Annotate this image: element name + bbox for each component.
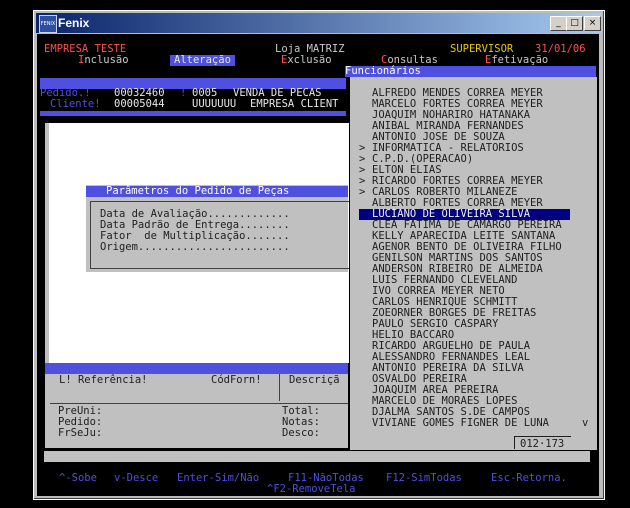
menu-efetivacao[interactable]: Efetivação <box>485 55 548 66</box>
grid-col-descricao: Descriçã <box>289 374 340 386</box>
grid-divider <box>279 374 280 401</box>
menu-label: xclusão <box>287 54 332 66</box>
grid-col-codforn: CódForn! <box>211 374 262 386</box>
row-arrow-icon: > <box>359 186 366 198</box>
hotkey-desce[interactable]: v-Desce <box>114 473 158 484</box>
hotkey-enter[interactable]: Enter-Sim/Não <box>177 473 259 484</box>
hotkey-f12[interactable]: F12-SimTodas <box>386 473 462 484</box>
menu-alteracao[interactable]: Alteração <box>170 55 235 66</box>
parameters-dialog: Parâmetros do Pedido de Peças Data de Av… <box>86 185 349 272</box>
grid-header-bar <box>45 363 348 374</box>
client-code: UUUUUUU <box>192 98 237 110</box>
employees-list-title: Funcionários <box>345 66 596 77</box>
menu-label: nclusão <box>84 54 129 66</box>
hotkey-esc[interactable]: Esc-Retorna. <box>491 473 567 484</box>
status-bar <box>44 451 590 462</box>
hotkey-sobe[interactable]: ^-Sobe <box>59 473 97 484</box>
client-name: EMPRESA CLIENT <box>250 98 339 110</box>
hotkey-remove-tela[interactable]: ^F2-RemoveTela <box>267 484 356 495</box>
maximize-button[interactable]: □ <box>566 16 583 31</box>
close-button[interactable]: × <box>584 16 601 31</box>
menu-label: lteração <box>180 54 231 66</box>
grid-col-referencia: L! Referência! <box>59 374 148 386</box>
window-title: Fenix <box>58 16 90 30</box>
scroll-down-indicator[interactable]: v <box>582 418 588 429</box>
title-bar[interactable]: FENIX Fenix _ □ × <box>36 13 602 33</box>
client-number: 00005044 <box>114 98 165 110</box>
totals-divider <box>50 403 348 404</box>
menu-exclusao[interactable]: Exclusão <box>281 55 332 66</box>
label-desco: Desco: <box>282 427 320 439</box>
employee-item[interactable]: VIVIANE GOMES FIGNER DE LUNA <box>372 418 549 429</box>
menu-label: fetivação <box>491 54 549 66</box>
field-origem[interactable]: Origem........................ <box>100 242 290 253</box>
app-icon: FENIX <box>39 15 57 33</box>
order-footer-bar <box>40 111 346 116</box>
client-label: Cliente! <box>50 98 101 110</box>
label-frseju: FrSeJu: <box>58 427 103 439</box>
dialog-title: Parâmetros do Pedido de Peças <box>86 186 348 197</box>
list-counter: 012·173 <box>520 438 565 450</box>
menu-inclusao[interactable]: Inclusão <box>78 55 129 66</box>
order-separator: ! <box>180 87 187 99</box>
minimize-button[interactable]: _ <box>550 16 567 31</box>
